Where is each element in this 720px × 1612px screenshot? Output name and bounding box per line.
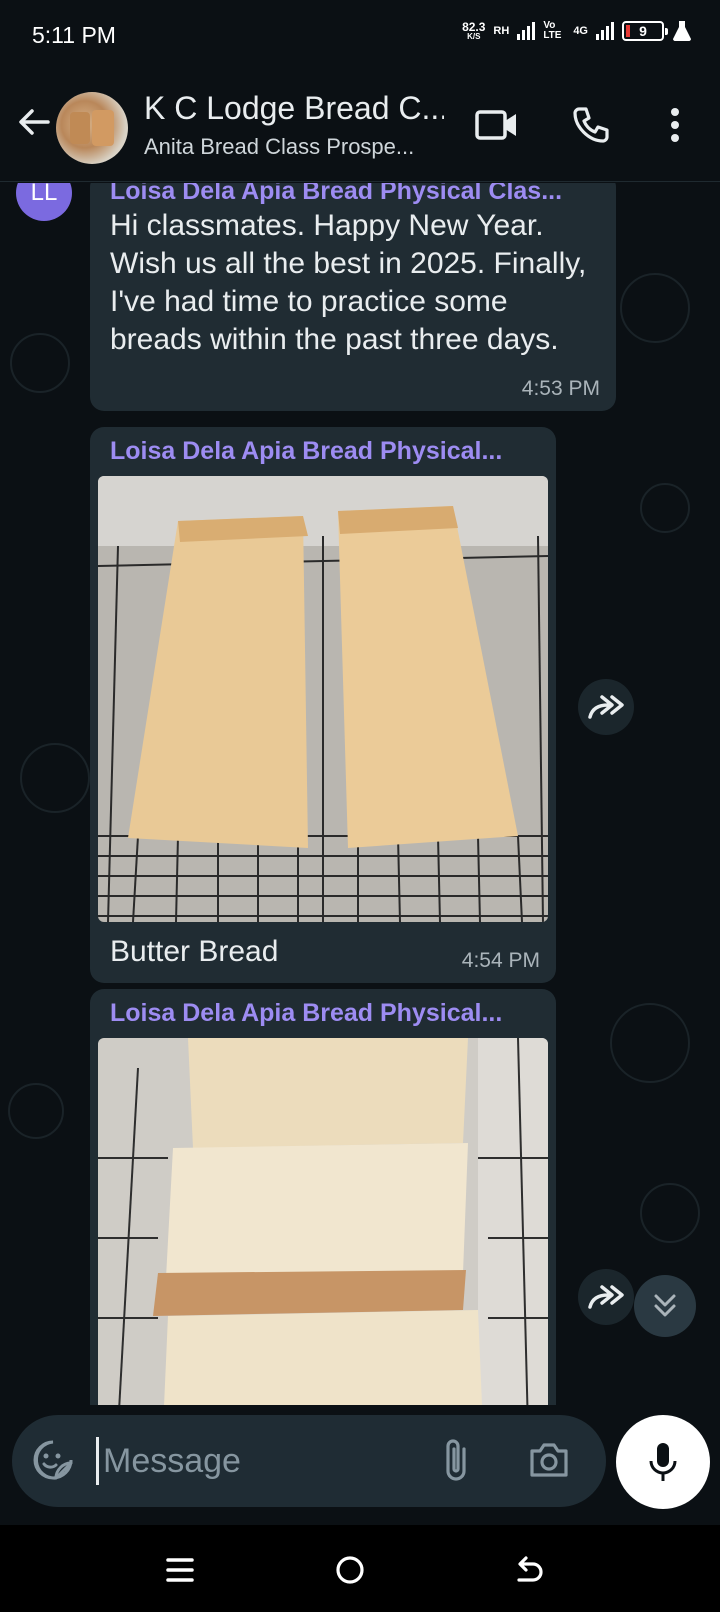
- message-bubble[interactable]: Loisa Dela Apia Bread Physical Clas... H…: [90, 183, 616, 411]
- message-composer: [12, 1415, 606, 1507]
- bread-photo[interactable]: [98, 476, 548, 922]
- recent-apps-button[interactable]: [155, 1545, 205, 1595]
- image-message-bubble[interactable]: Loisa Dela Apia Bread Physical...: [90, 427, 556, 983]
- video-call-button[interactable]: [474, 102, 520, 148]
- forward-button[interactable]: [578, 679, 634, 735]
- voice-call-icon: [573, 107, 609, 143]
- voice-call-button[interactable]: [568, 102, 614, 148]
- more-options-icon: [671, 108, 679, 142]
- chat-header: K C Lodge Bread C... Anita Bread Class P…: [0, 72, 720, 182]
- sim1-label: RH: [493, 24, 510, 37]
- message-input[interactable]: [96, 1437, 426, 1485]
- more-options-button[interactable]: [652, 102, 698, 148]
- image-caption: Butter Bread: [110, 935, 279, 968]
- sliced-bread-image: [98, 1038, 548, 1405]
- sender-name[interactable]: Loisa Dela Apia Bread Physical Clas...: [110, 183, 590, 206]
- sender-avatar[interactable]: LL: [16, 183, 72, 221]
- message-time: 4:53 PM: [521, 377, 600, 400]
- camera-button[interactable]: [528, 1441, 570, 1484]
- sim2-label: Vo LTE: [543, 20, 562, 41]
- battery-icon: 9: [622, 21, 668, 41]
- chat-messages[interactable]: LL Loisa Dela Apia Bread Physical Clas..…: [0, 183, 720, 1405]
- battery-level: 9: [639, 23, 647, 39]
- home-circle-icon: [336, 1556, 364, 1584]
- video-call-icon: [475, 110, 516, 140]
- sim1-signal-icon: [517, 22, 536, 40]
- camera-icon: [530, 1443, 568, 1477]
- composer-bar: [0, 1405, 720, 1525]
- image-message-bubble[interactable]: Loisa Dela Apia Bread Physical...: [90, 989, 556, 1405]
- attach-button[interactable]: [442, 1437, 472, 1488]
- sticker-button[interactable]: [32, 1439, 74, 1486]
- sim2-signal-icon: [596, 22, 614, 40]
- sticker-icon: [33, 1440, 73, 1480]
- sliced-bread-photo[interactable]: [98, 1038, 548, 1405]
- message-text: Hi classmates. Happy New Year. Wish us a…: [110, 209, 587, 356]
- network-speed-unit: K/S: [467, 32, 481, 41]
- forward-icon: [588, 1285, 624, 1309]
- forward-button[interactable]: [578, 1269, 634, 1325]
- flask-icon: [673, 21, 691, 41]
- status-bar: 5:11 PM 82.3 K/S RH Vo LTE 4G 9: [0, 0, 720, 72]
- message-time: 4:54 PM: [461, 949, 540, 972]
- forward-icon: [588, 695, 624, 719]
- bread-loaves-image: [98, 476, 548, 922]
- home-button[interactable]: [325, 1545, 375, 1595]
- voice-message-button[interactable]: [616, 1415, 710, 1509]
- back-button[interactable]: [14, 102, 54, 142]
- status-icons: 82.3 K/S RH Vo LTE 4G 9: [462, 20, 692, 42]
- scroll-to-bottom-button[interactable]: [634, 1275, 696, 1337]
- chat-subtitle[interactable]: Anita Bread Class Prospe...: [144, 134, 444, 160]
- back-curve-icon: [517, 1556, 543, 1582]
- sender-name[interactable]: Loisa Dela Apia Bread Physical...: [110, 437, 530, 466]
- group-avatar[interactable]: [56, 92, 128, 164]
- menu-icon: [166, 1558, 194, 1582]
- back-arrow-icon: [19, 109, 50, 135]
- system-navigation-bar: [0, 1525, 720, 1612]
- status-time: 5:11 PM: [32, 22, 116, 48]
- double-chevron-down-icon: [654, 1294, 676, 1317]
- sim2-network: 4G: [573, 24, 588, 37]
- system-back-button[interactable]: [505, 1545, 555, 1595]
- mic-icon: [649, 1443, 677, 1481]
- network-speed: 82.3 K/S: [462, 21, 485, 41]
- sender-name[interactable]: Loisa Dela Apia Bread Physical...: [110, 999, 530, 1028]
- chat-title[interactable]: K C Lodge Bread C...: [144, 90, 444, 127]
- attach-icon: [446, 1439, 466, 1481]
